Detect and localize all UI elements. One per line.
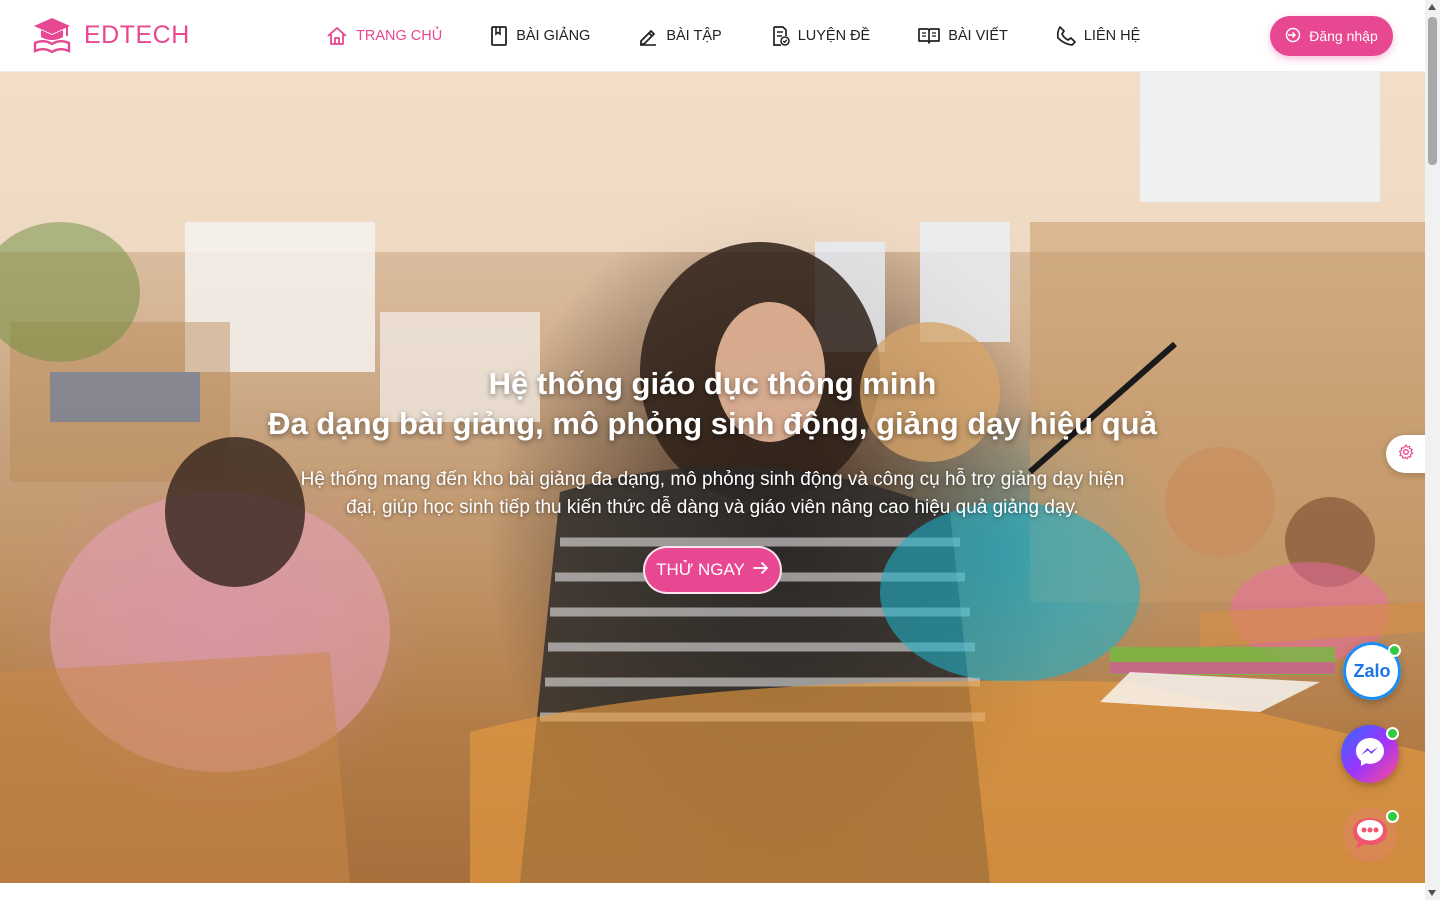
pencil-icon xyxy=(638,26,658,46)
hero-section: Hệ thống giáo dục thông minh Đa dạng bài… xyxy=(0,72,1425,883)
open-book-icon xyxy=(918,27,941,45)
nav-item-label: LUYỆN ĐỀ xyxy=(797,28,871,44)
online-indicator xyxy=(1386,810,1399,823)
phone-icon xyxy=(1056,26,1076,46)
brand-logo[interactable]: EDTECH xyxy=(32,16,190,54)
zalo-label: Zalo xyxy=(1353,660,1391,681)
online-indicator xyxy=(1388,644,1401,657)
hero-title-line-1: Hệ thống giáo dục thông minh xyxy=(488,366,937,401)
hero-title: Hệ thống giáo dục thông minh Đa dạng bài… xyxy=(0,364,1425,444)
graduation-cap-book-icon xyxy=(32,16,72,54)
zalo-chat-button[interactable]: Zalo xyxy=(1343,642,1401,700)
messenger-icon xyxy=(1353,735,1387,774)
home-icon xyxy=(326,26,348,46)
nav-item-label: BÀI GIẢNG xyxy=(516,28,591,44)
hero-title-line-2: Đa dạng bài giảng, mô phỏng sinh động, g… xyxy=(268,406,1157,441)
login-button-label: Đăng nhập xyxy=(1309,28,1378,44)
nav-item-label: TRANG CHỦ xyxy=(356,28,443,44)
nav-item-home[interactable]: TRANG CHỦ xyxy=(326,26,442,46)
hero-content: Hệ thống giáo dục thông minh Đa dạng bài… xyxy=(0,364,1425,522)
arrow-right-icon xyxy=(753,560,769,580)
live-chat-button[interactable] xyxy=(1341,807,1399,866)
exam-sheet-icon xyxy=(770,26,790,46)
try-now-button[interactable]: THỬ NGAY xyxy=(643,546,782,594)
nav-item-exercises[interactable]: BÀI TẬP xyxy=(638,26,722,46)
nav-item-lectures[interactable]: BÀI GIẢNG xyxy=(490,26,590,46)
page: EDTECH TRANG CHỦ BÀI GIẢNG BÀI TẬP LUYỆN… xyxy=(0,0,1440,900)
page-scrollbar[interactable] xyxy=(1425,0,1440,900)
nav-item-contact[interactable]: LIÊN HỆ xyxy=(1056,26,1140,46)
sign-in-icon xyxy=(1285,27,1301,46)
main-nav: TRANG CHỦ BÀI GIẢNG BÀI TẬP LUYỆN ĐỀ BÀI… xyxy=(326,0,1140,72)
try-now-label: THỬ NGAY xyxy=(656,560,745,579)
nav-item-practice-tests[interactable]: LUYỆN ĐỀ xyxy=(770,26,871,46)
nav-item-label: BÀI VIẾT xyxy=(948,28,1008,44)
nav-item-label: LIÊN HỆ xyxy=(1083,28,1141,44)
nav-item-articles[interactable]: BÀI VIẾT xyxy=(918,27,1008,45)
scroll-thumb[interactable] xyxy=(1428,17,1437,165)
messenger-chat-button[interactable] xyxy=(1341,725,1399,783)
login-button[interactable]: Đăng nhập xyxy=(1270,16,1393,56)
gear-icon xyxy=(1398,443,1414,465)
site-header: EDTECH TRANG CHỦ BÀI GIẢNG BÀI TẬP LUYỆN… xyxy=(0,0,1425,72)
online-indicator xyxy=(1386,727,1399,740)
scroll-down-arrow-icon[interactable] xyxy=(1428,890,1436,896)
bookmark-book-icon xyxy=(490,26,508,46)
next-section-edge xyxy=(0,883,1425,900)
nav-item-label: BÀI TẬP xyxy=(666,28,722,44)
hero-description: Hệ thống mang đến kho bài giảng đa dạng,… xyxy=(300,469,1125,518)
brand-name: EDTECH xyxy=(84,20,190,49)
scroll-up-arrow-icon[interactable] xyxy=(1428,4,1436,10)
